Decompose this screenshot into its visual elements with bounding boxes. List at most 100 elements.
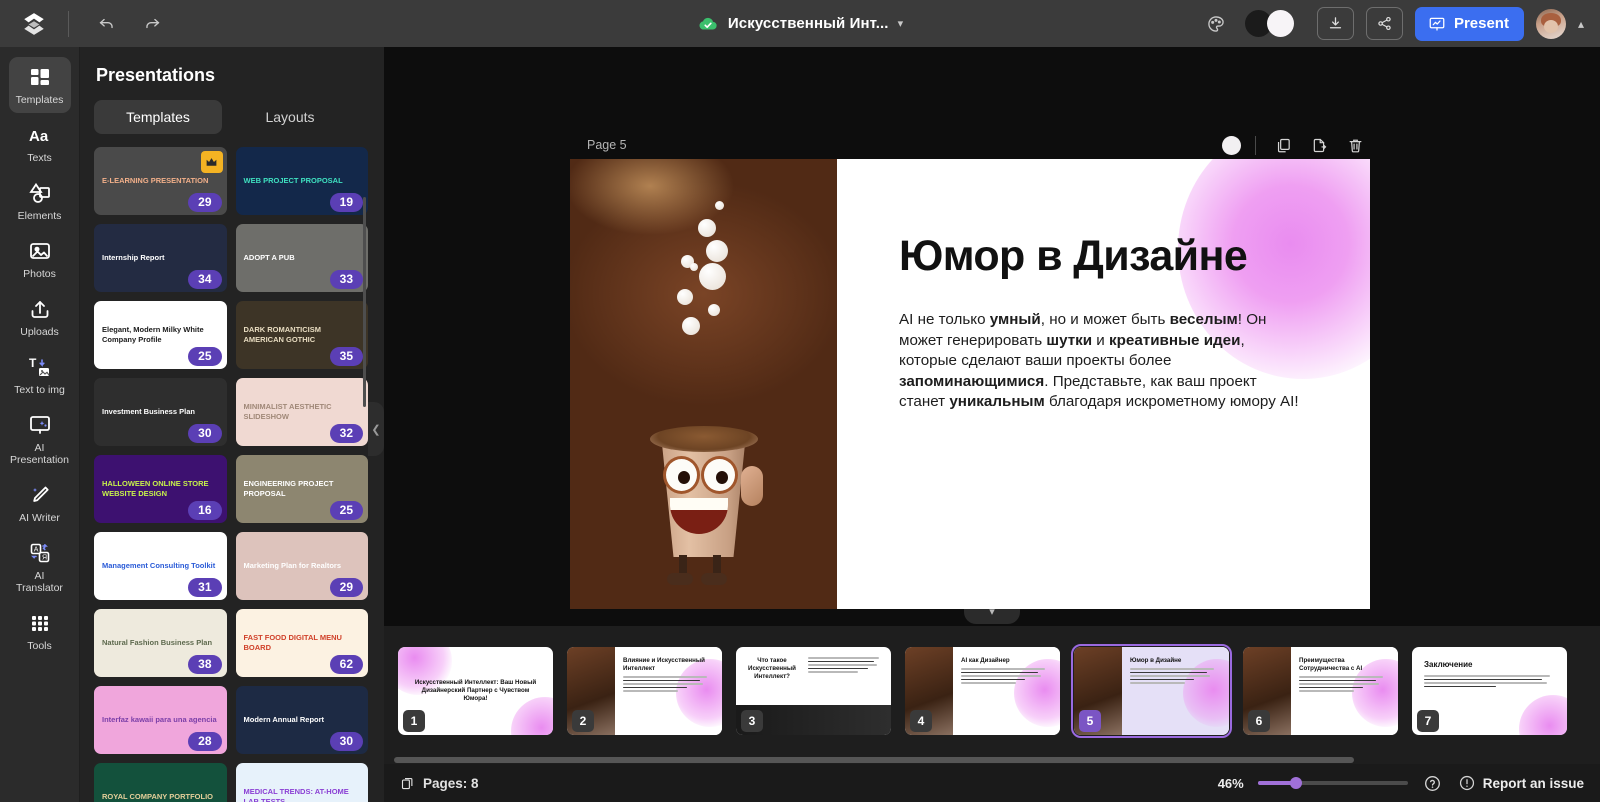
template-card[interactable]: Management Consulting Toolkit 31	[94, 532, 227, 600]
slide-editor[interactable]: Юмор в Дизайне AI не только умный, но и …	[570, 159, 1370, 609]
slide-image[interactable]	[570, 159, 837, 609]
top-toolbar: Искусственный Инт... ▾ Present ▴	[0, 0, 1600, 47]
dark-light-theme-toggle[interactable]	[1244, 10, 1305, 37]
bubble-decor	[682, 317, 700, 335]
thumbnail-title: AI как Дизайнер	[961, 657, 1010, 664]
bubble-decor	[706, 240, 728, 262]
cup-cereal-top	[649, 426, 758, 452]
template-card[interactable]: ENGINEERING PROJECT PROPOSAL 25	[235, 455, 368, 523]
sidebar-item-text-to-img[interactable]: T Text to img	[9, 347, 71, 403]
sidebar-item-ai-presentation[interactable]: AI Presentation	[9, 405, 71, 473]
sidebar-item-elements[interactable]: Elements	[9, 173, 71, 229]
upload-icon	[31, 301, 48, 318]
template-card[interactable]: ROYAL COMPANY PORTFOLIO	[94, 763, 227, 802]
panel-tabs: Templates Layouts	[94, 100, 354, 134]
slide-thumbnail[interactable]: Искусственный Интеллект: Ваш Новый Дизай…	[398, 647, 553, 735]
template-card[interactable]: Marketing Plan for Realtors 29	[235, 532, 368, 600]
thumbnail-line	[1424, 685, 1497, 688]
sidebar-item-ai-writer[interactable]: AI Writer	[9, 475, 71, 531]
strip-scroll-track[interactable]	[384, 756, 1600, 764]
theme-light-knob	[1266, 10, 1294, 37]
export-slide-button[interactable]	[1306, 132, 1332, 158]
template-card[interactable]: Investment Business Plan 30	[94, 378, 227, 446]
template-card[interactable]: E-LEARNING PRESENTATION 29	[94, 147, 227, 215]
slide-thumbnail[interactable]: Преимущества Сотрудничества с AI 6	[1243, 647, 1398, 735]
slide-background-color-button[interactable]	[1222, 135, 1241, 155]
slide-thumbnail[interactable]: Юмор в Дизайне 5	[1071, 644, 1232, 738]
slide-body-text[interactable]: AI не только умный, но и может быть весе…	[899, 310, 1299, 413]
sidebar-item-photos[interactable]: Photos	[9, 231, 71, 287]
sidebar-item-label: Tools	[27, 640, 52, 652]
thumbnail-line	[1130, 675, 1211, 677]
sidebar-item-texts[interactable]: Aa Texts	[9, 115, 71, 171]
export-page-icon	[1313, 138, 1326, 152]
delete-slide-button[interactable]	[1342, 132, 1368, 158]
cloud-check-icon	[699, 17, 717, 30]
present-button[interactable]: Present	[1414, 6, 1524, 41]
thumbnail-title: Искусственный Интеллект: Ваш Новый Дизай…	[414, 679, 537, 702]
sidebar-item-tools[interactable]: Tools	[9, 603, 71, 659]
slide-body-span: и	[1092, 331, 1110, 349]
panel-collapse-button[interactable]: ❮	[368, 402, 384, 456]
panel-scrollbar[interactable]	[363, 197, 366, 407]
app-logo[interactable]	[0, 11, 68, 37]
sidebar-item-uploads[interactable]: Uploads	[9, 289, 71, 345]
template-card[interactable]: Interfaz kawaii para una agencia 28	[94, 686, 227, 754]
slide-title[interactable]: Юмор в Дизайне	[899, 232, 1308, 280]
template-card[interactable]: ADOPT A PUB 33	[235, 224, 368, 292]
document-title[interactable]: Искусственный Инт...	[728, 15, 889, 32]
slide-tools-divider	[1255, 135, 1256, 155]
slide-thumbnail[interactable]: Заключение 7	[1412, 647, 1567, 735]
download-button[interactable]	[1316, 7, 1354, 40]
svg-text:Aa: Aa	[29, 128, 49, 145]
zoom-slider[interactable]	[1257, 777, 1408, 789]
slide-body-bold: умный	[989, 311, 1041, 328]
template-card[interactable]: FAST FOOD DIGITAL MENU BOARD 62	[235, 609, 368, 677]
strip-scroll-thumb[interactable]	[394, 757, 1354, 763]
slide-thumbnail[interactable]: Влияние и Искусственный Интеллект 2	[567, 647, 722, 735]
thumbnail-line	[808, 660, 874, 663]
help-circle-icon	[1425, 775, 1441, 791]
slide-thumbnail[interactable]: Что такое Искусственный Интеллект? 3	[736, 647, 891, 735]
slide-body-bold: креативные идеи	[1109, 331, 1241, 349]
template-page-count-badge: 28	[188, 732, 222, 751]
slide-thumbnail[interactable]: AI как Дизайнер 4	[905, 647, 1060, 735]
template-card-title: ROYAL COMPANY PORTFOLIO	[102, 792, 213, 801]
template-card[interactable]: MINIMALIST AESTHETIC SLIDESHOW 32	[235, 378, 368, 446]
user-avatar[interactable]	[1535, 8, 1566, 39]
template-card[interactable]: Elegant, Modern Milky White Company Prof…	[94, 301, 227, 369]
template-card[interactable]: HALLOWEEN ONLINE STORE WEBSITE DESIGN 16	[94, 455, 227, 523]
thumbnail-line	[808, 671, 858, 673]
template-card[interactable]: Natural Fashion Business Plan 38	[94, 609, 227, 677]
undo-button[interactable]	[89, 7, 123, 41]
ai-translate-icon: A Я	[30, 543, 49, 563]
template-page-count-badge: 30	[188, 424, 222, 443]
zoom-slider-handle[interactable]	[1289, 777, 1302, 789]
help-button[interactable]	[1422, 772, 1444, 794]
template-card[interactable]: DARK ROMANTICISM AMERICAN GOTHIC 35	[235, 301, 368, 369]
photo-icon	[29, 243, 50, 259]
text-aa-icon: Aa	[29, 128, 49, 145]
theme-palette-button[interactable]	[1199, 7, 1233, 41]
tab-layouts[interactable]: Layouts	[226, 100, 354, 134]
template-card[interactable]: MEDICAL TRENDS: AT-HOME LAB TESTS	[235, 763, 368, 802]
template-card[interactable]: Internship Report 34	[94, 224, 227, 292]
template-card[interactable]: Modern Annual Report 30	[235, 686, 368, 754]
tab-templates[interactable]: Templates	[94, 100, 222, 134]
template-page-count-badge: 31	[188, 578, 222, 597]
report-issue-button[interactable]: Report an issue	[1458, 774, 1584, 792]
present-screen-icon	[1429, 17, 1445, 31]
thumbnail-line	[961, 671, 1039, 674]
sidebar-item-label: Elements	[17, 210, 62, 222]
sidebar-item-templates[interactable]: Templates	[8, 57, 71, 113]
sidebar-item-label: Text to img	[14, 384, 65, 396]
sidebar-item-ai-translator[interactable]: A Я AI Translator	[9, 533, 71, 601]
duplicate-slide-button[interactable]	[1270, 132, 1296, 158]
redo-button[interactable]	[135, 7, 169, 41]
thumbnail-number: 6	[1248, 710, 1270, 732]
cup-character	[643, 426, 765, 585]
share-button[interactable]	[1365, 7, 1403, 40]
template-card[interactable]: WEB PROJECT PROPOSAL 19	[235, 147, 368, 215]
chevron-down-icon[interactable]: ▾	[898, 17, 904, 30]
chevron-up-icon[interactable]: ▴	[1578, 17, 1584, 31]
